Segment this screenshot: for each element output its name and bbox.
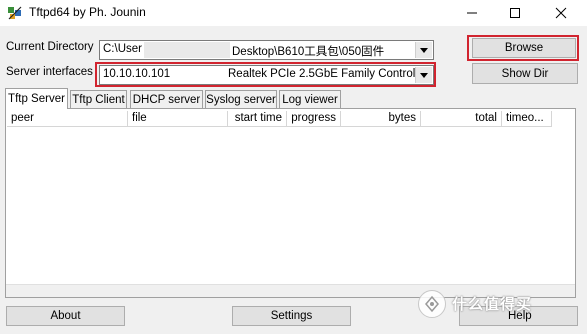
column-header-progress[interactable]: progress <box>287 111 341 127</box>
server-interface-combo[interactable]: 10.10.10.101 Realtek PCIe 2.5GbE Family … <box>99 65 434 85</box>
dropdown-arrow-icon[interactable] <box>415 67 432 83</box>
settings-button[interactable]: Settings <box>232 306 351 326</box>
column-header-timeout[interactable]: timeo... <box>502 111 552 127</box>
column-header-start-time[interactable]: start time <box>228 111 287 127</box>
browse-button[interactable]: Browse <box>472 38 576 58</box>
column-header-peer[interactable]: peer <box>7 111 128 127</box>
current-directory-label: Current Directory <box>6 41 94 53</box>
current-directory-combo[interactable]: C:\User Desktop\B610工具包\050固件 <box>99 40 434 60</box>
maximize-icon <box>510 8 520 18</box>
minimize-icon <box>467 12 477 14</box>
redacted-username <box>144 42 230 58</box>
tab-log-viewer[interactable]: Log viewer <box>279 90 341 108</box>
server-interfaces-label: Server interfaces <box>6 66 93 78</box>
about-button[interactable]: About <box>6 306 125 326</box>
close-icon <box>555 7 567 19</box>
tab-tftp-server[interactable]: Tftp Server <box>5 88 68 109</box>
transfer-list-header: peer file start time progress bytes tota… <box>7 111 574 127</box>
tab-syslog-server[interactable]: Syslog server <box>205 90 277 108</box>
watermark-logo-icon <box>418 290 446 318</box>
window-title: Tftpd64 by Ph. Jounin <box>29 5 146 19</box>
transfer-list-panel[interactable] <box>5 108 576 298</box>
tab-dhcp-server[interactable]: DHCP server <box>130 90 203 108</box>
minimize-button[interactable] <box>449 0 495 26</box>
maximize-button[interactable] <box>492 0 538 26</box>
column-header-total[interactable]: total <box>421 111 502 127</box>
server-interface-ip: 10.10.10.101 <box>103 68 171 80</box>
tftpd-app-icon <box>7 5 23 21</box>
watermark-text: 什么值得买 <box>452 296 533 313</box>
close-button[interactable] <box>538 0 584 26</box>
column-header-file[interactable]: file <box>128 111 228 127</box>
current-directory-value-prefix: C:\User <box>103 43 142 55</box>
column-header-bytes[interactable]: bytes <box>341 111 421 127</box>
server-interface-adapter: Realtek PCIe 2.5GbE Family Controller <box>228 68 429 80</box>
current-directory-value-suffix: Desktop\B610工具包\050固件 <box>232 46 385 58</box>
show-dir-button[interactable]: Show Dir <box>472 63 578 84</box>
tab-tftp-client[interactable]: Tftp Client <box>70 90 127 108</box>
dropdown-arrow-icon[interactable] <box>415 42 432 58</box>
